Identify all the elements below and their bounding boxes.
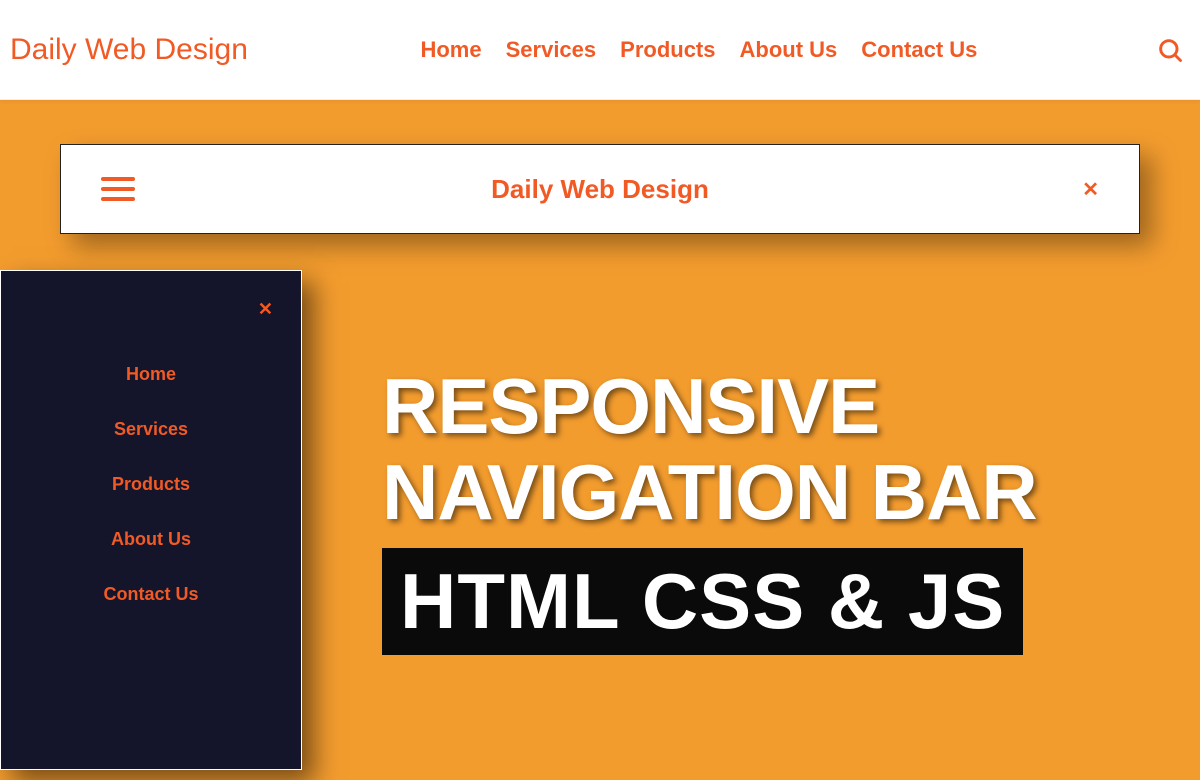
- drawer-item-services[interactable]: Services: [114, 419, 188, 440]
- hero-line-1: RESPONSIVE: [382, 364, 1037, 450]
- drawer-item-contact-us[interactable]: Contact Us: [103, 584, 198, 605]
- drawer-item-products[interactable]: Products: [112, 474, 190, 495]
- drawer-item-home[interactable]: Home: [126, 364, 176, 385]
- nav-services[interactable]: Services: [506, 37, 597, 63]
- mobile-navbar-title: Daily Web Design: [491, 174, 709, 205]
- mobile-navbar-close-button[interactable]: ✕: [1082, 177, 1099, 202]
- drawer-close-button[interactable]: ✕: [29, 299, 273, 320]
- nav-about-us[interactable]: About Us: [740, 37, 838, 63]
- hero-area: Daily Web Design ✕ ✕ Home Services Produ…: [0, 100, 1200, 780]
- hero-text-block: RESPONSIVE NAVIGATION BAR HTML CSS & JS: [382, 364, 1037, 655]
- side-drawer: ✕ Home Services Products About Us Contac…: [0, 270, 302, 770]
- nav-contact-us[interactable]: Contact Us: [861, 37, 977, 63]
- primary-nav: Home Services Products About Us Contact …: [420, 37, 977, 63]
- hero-line-2: NAVIGATION BAR: [382, 450, 1037, 536]
- hamburger-button[interactable]: [101, 177, 135, 201]
- search-icon: [1156, 36, 1184, 64]
- drawer-nav: Home Services Products About Us Contact …: [29, 364, 273, 605]
- close-icon: ✕: [258, 299, 273, 319]
- hero-subtitle-box: HTML CSS & JS: [382, 548, 1023, 655]
- mobile-navbar-preview: Daily Web Design ✕: [60, 144, 1140, 234]
- nav-products[interactable]: Products: [620, 37, 715, 63]
- hamburger-icon: [101, 177, 135, 181]
- close-icon: ✕: [1082, 179, 1099, 201]
- nav-home[interactable]: Home: [420, 37, 481, 63]
- search-button[interactable]: [1150, 30, 1190, 70]
- top-navbar: Daily Web Design Home Services Products …: [0, 0, 1200, 100]
- drawer-item-about-us[interactable]: About Us: [111, 529, 191, 550]
- brand-title: Daily Web Design: [10, 33, 248, 67]
